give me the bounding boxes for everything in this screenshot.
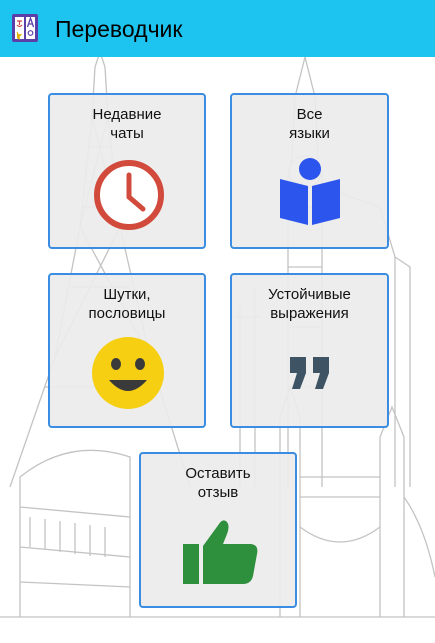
app-bar: Переводчик <box>0 0 435 57</box>
quotation-marks-icon <box>290 357 329 389</box>
app-title: Переводчик <box>55 16 183 42</box>
translator-app-icon <box>12 14 38 42</box>
leave-feedback-label: Оставить отзыв <box>185 465 251 501</box>
recent-chats-label: Недавние чаты <box>92 106 162 142</box>
leave-feedback-button[interactable]: Оставить отзыв <box>139 452 297 608</box>
recent-chats-button[interactable]: Недавние чаты <box>48 93 206 249</box>
reader-book-icon <box>280 158 340 225</box>
smiley-face-icon <box>92 337 164 409</box>
jokes-proverbs-label: Шутки, пословицы <box>88 286 166 322</box>
clock-icon <box>94 160 164 230</box>
all-languages-button[interactable]: Все языки <box>230 93 389 249</box>
thumbs-up-icon <box>183 520 258 584</box>
set-expressions-label: Устойчивые выражения <box>268 286 351 322</box>
all-languages-label: Все языки <box>289 106 330 142</box>
jokes-proverbs-button[interactable]: Шутки, пословицы <box>48 273 206 428</box>
set-expressions-button[interactable]: Устойчивые выражения <box>230 273 389 428</box>
